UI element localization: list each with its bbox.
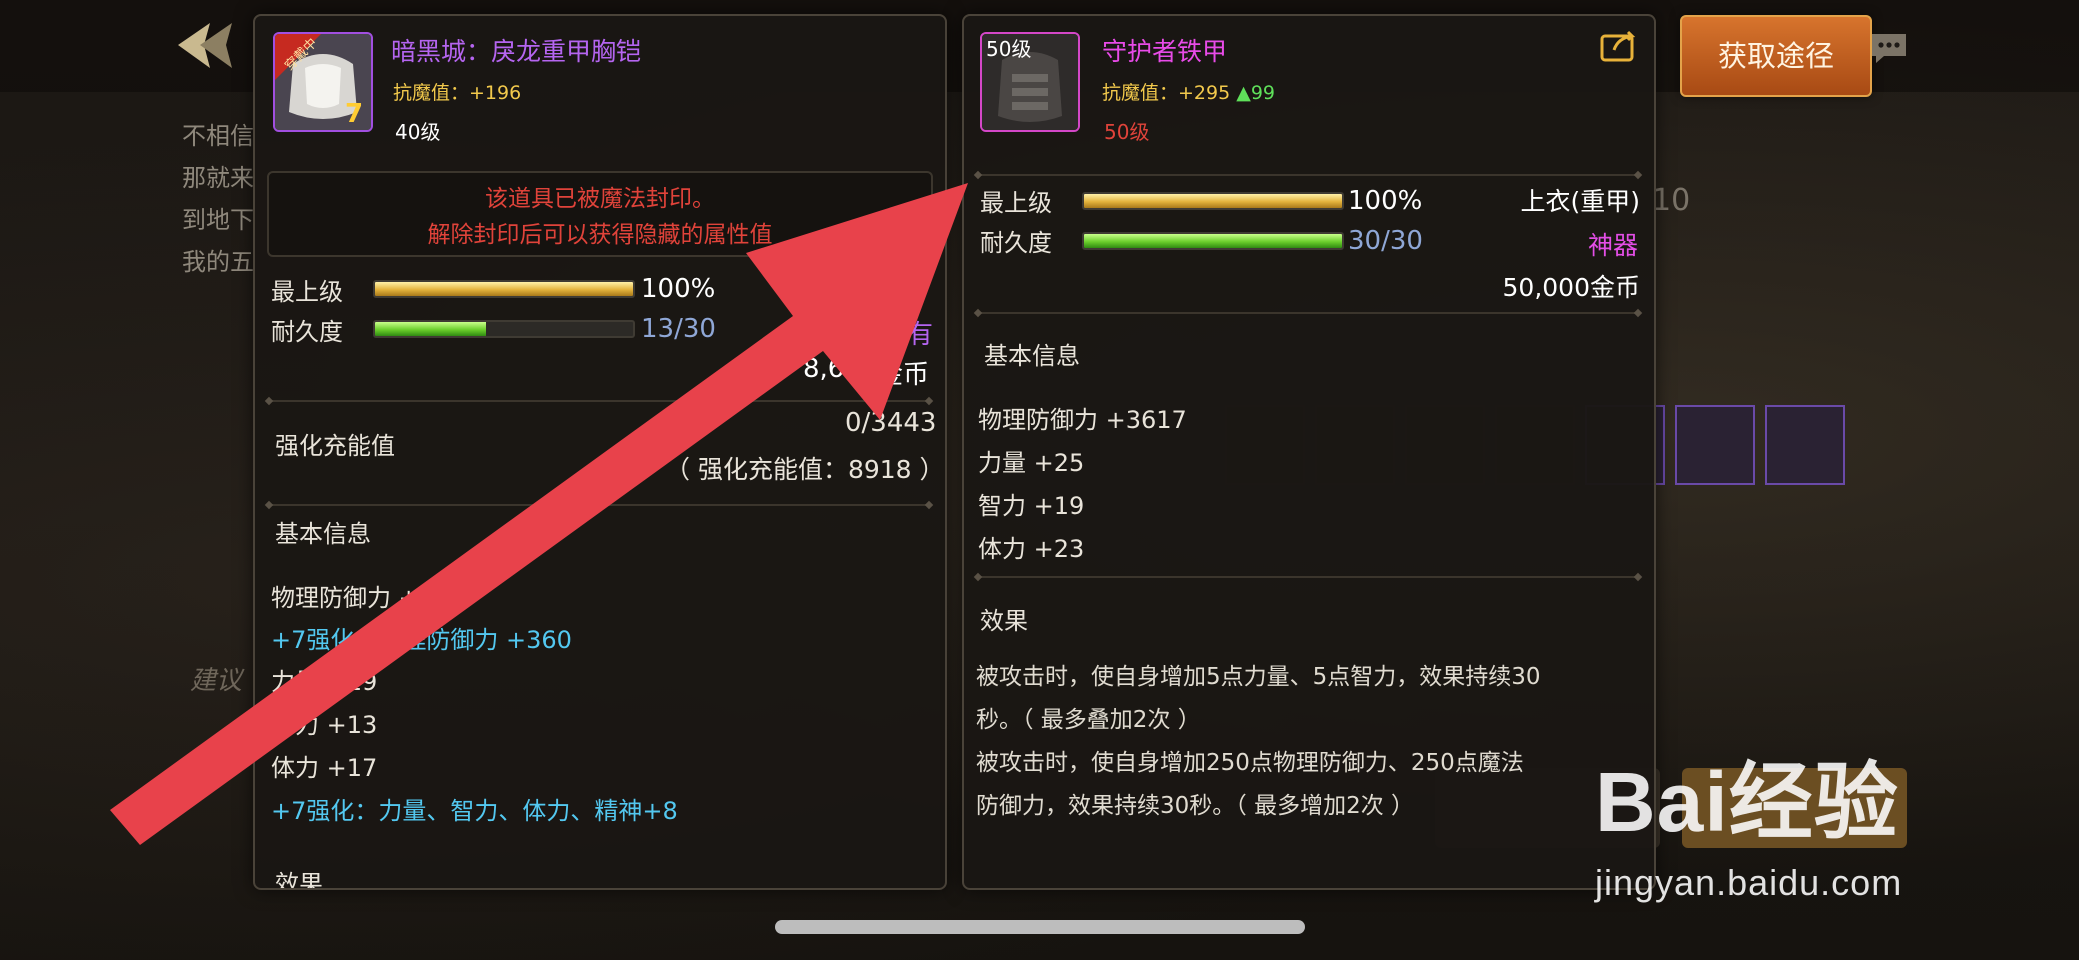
effect-line: 被攻击时，使自身增加5点力量、5点智力，效果持续30 [976, 664, 1541, 690]
divider [978, 576, 1638, 578]
effect-line: 防御力，效果持续30秒。（ 最多增加2次 ） [976, 793, 1415, 819]
durability-bar [1082, 232, 1344, 250]
durability-fill [375, 322, 486, 336]
item-name: 暗黑城：戾龙重甲胸铠 [391, 37, 642, 66]
max-grade-fill [1084, 194, 1342, 208]
rarity-label: 神器 [1587, 231, 1638, 260]
compare-item-icon: 50级 [980, 32, 1080, 132]
attribute-line: 智力 +13 [271, 711, 378, 739]
divider [269, 504, 929, 506]
resist-stat: 抗魔值：+295 ▲99 [1102, 78, 1275, 105]
chat-icon[interactable] [1868, 30, 1910, 66]
resist-stat: 抗魔值：+196 [393, 82, 522, 104]
effect-title: 效果 [275, 870, 323, 890]
share-icon[interactable] [1600, 28, 1640, 64]
max-grade-label: 最上级 [271, 278, 343, 306]
attribute-line: 物理防御力 +3617 [978, 406, 1187, 434]
charge-note: （ 强化充能值：8918 ） [665, 455, 945, 484]
watermark-logo: Bai经验 [1595, 755, 1899, 849]
max-grade-value: 100% [641, 274, 716, 304]
max-grade-fill [375, 282, 633, 296]
item-name: 守护者铁甲 [1102, 37, 1228, 66]
divider [269, 400, 929, 402]
attribute-line: 体力 +17 [271, 754, 378, 782]
sell-price: 50,000金币 [1502, 273, 1640, 302]
resist-gain: ▲99 [1236, 82, 1276, 104]
slot-type: 上衣(重甲) [1520, 187, 1640, 216]
get-source-button[interactable]: 获取途径 [1680, 15, 1872, 97]
seal-notice-line: 该道具已被魔法封印。 [485, 186, 715, 212]
enhance-level-badge: 7 [345, 99, 363, 129]
divider [978, 174, 1638, 176]
durability-value: 13/30 [641, 314, 716, 344]
bg-number: 10 [1652, 183, 1691, 218]
durability-label: 耐久度 [980, 229, 1052, 257]
durability-value: 30/30 [1348, 226, 1423, 256]
bg-hint-line: 不相信 [182, 122, 254, 150]
basic-info-title: 基本信息 [275, 520, 371, 548]
durability-label: 耐久度 [271, 318, 343, 346]
equipment-slot[interactable] [1765, 405, 1845, 485]
compare-item-tooltip: 50级 守护者铁甲 抗魔值：+295 ▲99 50级 最上级 100% 上衣(重… [962, 14, 1656, 890]
charge-value: 0/3443 [845, 408, 937, 438]
max-grade-bar [1082, 192, 1344, 210]
effect-title: 效果 [980, 607, 1028, 635]
chest-armor-icon: 穿戴中 7 [275, 34, 371, 130]
attribute-line: +7强化：物理防御力 +360 [271, 626, 572, 654]
attribute-line: 智力 +19 [978, 492, 1085, 520]
equipment-slot[interactable] [1675, 405, 1755, 485]
basic-info-title: 基本信息 [984, 342, 1080, 370]
max-grade-value: 100% [1348, 186, 1423, 216]
back-arrow-icon[interactable] [170, 18, 240, 73]
effect-line: 秒。（ 最多叠加2次 ） [976, 707, 1201, 733]
attribute-line: 体力 +23 [978, 535, 1085, 563]
bg-hint-line: 那就来 [182, 164, 254, 192]
resist-value: 抗魔值：+295 [1102, 82, 1231, 104]
iron-armor-icon: 50级 [982, 34, 1078, 130]
divider [978, 312, 1638, 314]
equipped-item-tooltip: 穿戴中 7 暗黑城：戾龙重甲胸铠 抗魔值：+196 40级 该道具已被魔法封印。… [253, 14, 947, 890]
durability-fill [1084, 234, 1342, 248]
partial-label: 有 [907, 320, 934, 350]
effect-line: 被攻击时，使自身增加250点物理防御力、250点魔法 [976, 750, 1524, 776]
bg-hint-line: 我的五 [182, 248, 254, 276]
attribute-line: +7强化：力量、智力、体力、精神+8 [271, 797, 678, 825]
effect-description: 被攻击时，使自身增加5点力量、5点智力，效果持续30 秒。（ 最多叠加2次 ） … [976, 656, 1541, 828]
max-grade-label: 最上级 [980, 189, 1052, 217]
level-badge: 50级 [986, 37, 1031, 61]
baidu-watermark: Bai经验 jingyan.baidu.com [1595, 735, 1902, 904]
price-partial: 8,6 [803, 354, 845, 384]
seal-notice-line: 解除封印后可以获得隐藏的属性值 [427, 222, 773, 248]
max-grade-bar [373, 280, 635, 298]
attribute-line: 力量 +25 [978, 449, 1085, 477]
home-indicator[interactable] [775, 920, 1305, 934]
seal-notice: 该道具已被魔法封印。 解除封印后可以获得隐藏的属性值 [267, 171, 933, 257]
bg-hint-line: 到地下 [182, 206, 254, 234]
attribute-line: 力量 +19 [271, 668, 378, 696]
attribute-line: 物理防御力 +1 [271, 584, 435, 612]
charge-label: 强化充能值 [275, 432, 395, 460]
item-level: 50级 [1104, 120, 1150, 144]
equipped-item-icon: 穿戴中 7 [273, 32, 373, 132]
price-unit: 金币 [877, 360, 930, 390]
watermark-url: jingyan.baidu.com [1595, 862, 1903, 903]
item-level: 40级 [395, 120, 441, 144]
bg-suggest-text: 建议 [190, 666, 243, 696]
durability-bar [373, 320, 635, 338]
background-dialog-text: 不相信 那就来 到地下 我的五 [182, 115, 254, 283]
